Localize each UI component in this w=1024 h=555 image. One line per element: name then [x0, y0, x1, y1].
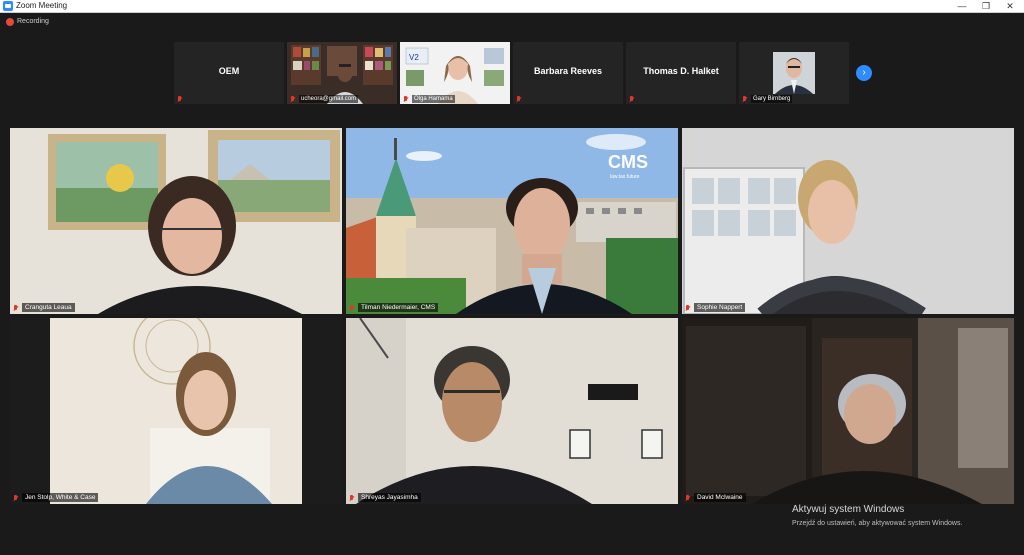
participant-name-label: David Mclwaine — [694, 493, 746, 502]
watermark-title: Aktywuj system Windows — [792, 504, 905, 515]
recording-dot-icon — [6, 18, 14, 26]
muted-mic-icon — [685, 495, 691, 502]
video-feed — [10, 128, 342, 314]
muted-mic-icon — [177, 96, 183, 103]
muted-mic-icon — [13, 305, 19, 312]
muted-mic-icon — [349, 305, 355, 312]
thumbnail-strip: OEM ucheora@gmail.com V2 Olga Hamama Bar… — [174, 42, 850, 104]
title-bar: Zoom Meeting — ❐ ✕ — [0, 0, 1024, 13]
muted-mic-icon — [516, 96, 522, 103]
window-title: Zoom Meeting — [16, 1, 68, 10]
recording-indicator[interactable]: Recording — [0, 13, 1024, 33]
thumb-label: Gary Birnberg — [751, 95, 793, 103]
video-feed: CMS law.tax.future — [346, 128, 678, 314]
muted-mic-icon — [742, 96, 748, 103]
video-feed — [10, 318, 342, 504]
video-tile-jen[interactable]: Jen Stolp, White & Case — [10, 318, 342, 504]
thumb-oem[interactable]: OEM — [174, 42, 284, 104]
video-tile-tilman[interactable]: CMS law.tax.future Tilman Niedermaier, C… — [346, 128, 678, 314]
muted-mic-icon — [403, 96, 409, 103]
thumb-ucheora[interactable]: ucheora@gmail.com — [287, 42, 397, 104]
thumb-thomas[interactable]: Thomas D. Halket — [626, 42, 736, 104]
thumb-label: ucheora@gmail.com — [299, 95, 359, 103]
video-tile-sophie[interactable]: Sophie Nappert — [682, 128, 1014, 314]
minimize-button[interactable]: — — [950, 0, 974, 12]
thumb-label: Olga Hamama — [412, 95, 455, 103]
windows-activation-watermark: Aktywuj system Windows Przejdź do ustawi… — [792, 504, 962, 528]
participant-name-label: Tilman Niedermaier, CMS — [358, 303, 439, 312]
participant-name-label: Sophie Nappert — [694, 303, 746, 312]
video-tile-david[interactable]: David Mclwaine — [682, 318, 1014, 504]
cms-logo-text: CMS — [608, 152, 648, 172]
svg-text:V2: V2 — [409, 53, 419, 62]
muted-mic-icon — [13, 495, 19, 502]
restore-button[interactable]: ❐ — [974, 0, 998, 12]
video-feed — [346, 318, 678, 504]
muted-mic-icon — [349, 495, 355, 502]
video-tile-cranguta[interactable]: Cranguta Leaua — [10, 128, 342, 314]
thumb-gary[interactable]: Gary Birnberg — [739, 42, 849, 104]
close-button[interactable]: ✕ — [998, 0, 1022, 12]
participant-name-label: Jen Stolp, White & Case — [22, 493, 99, 502]
muted-mic-icon — [685, 305, 691, 312]
video-feed — [682, 128, 1014, 314]
zoom-app-icon — [3, 1, 13, 11]
cms-tagline: law.tax.future — [610, 174, 640, 180]
thumb-olga[interactable]: V2 Olga Hamama — [400, 42, 510, 104]
muted-mic-icon — [629, 96, 635, 103]
thumb-name: Barbara Reeves — [533, 66, 603, 76]
thumb-name: OEM — [218, 66, 240, 76]
watermark-subtitle: Przejdź do ustawień, aby aktywować syste… — [792, 520, 963, 527]
participant-name-label: Shreyas Jayasimha — [358, 493, 421, 502]
muted-mic-icon — [290, 96, 296, 103]
video-feed — [682, 318, 1014, 504]
thumb-barbara[interactable]: Barbara Reeves — [513, 42, 623, 104]
recording-label: Recording — [17, 18, 49, 25]
participant-name-label: Cranguta Leaua — [22, 303, 75, 312]
thumb-name: Thomas D. Halket — [643, 66, 719, 76]
next-page-button[interactable]: › — [856, 65, 872, 81]
video-tile-shreyas[interactable]: Shreyas Jayasimha — [346, 318, 678, 504]
